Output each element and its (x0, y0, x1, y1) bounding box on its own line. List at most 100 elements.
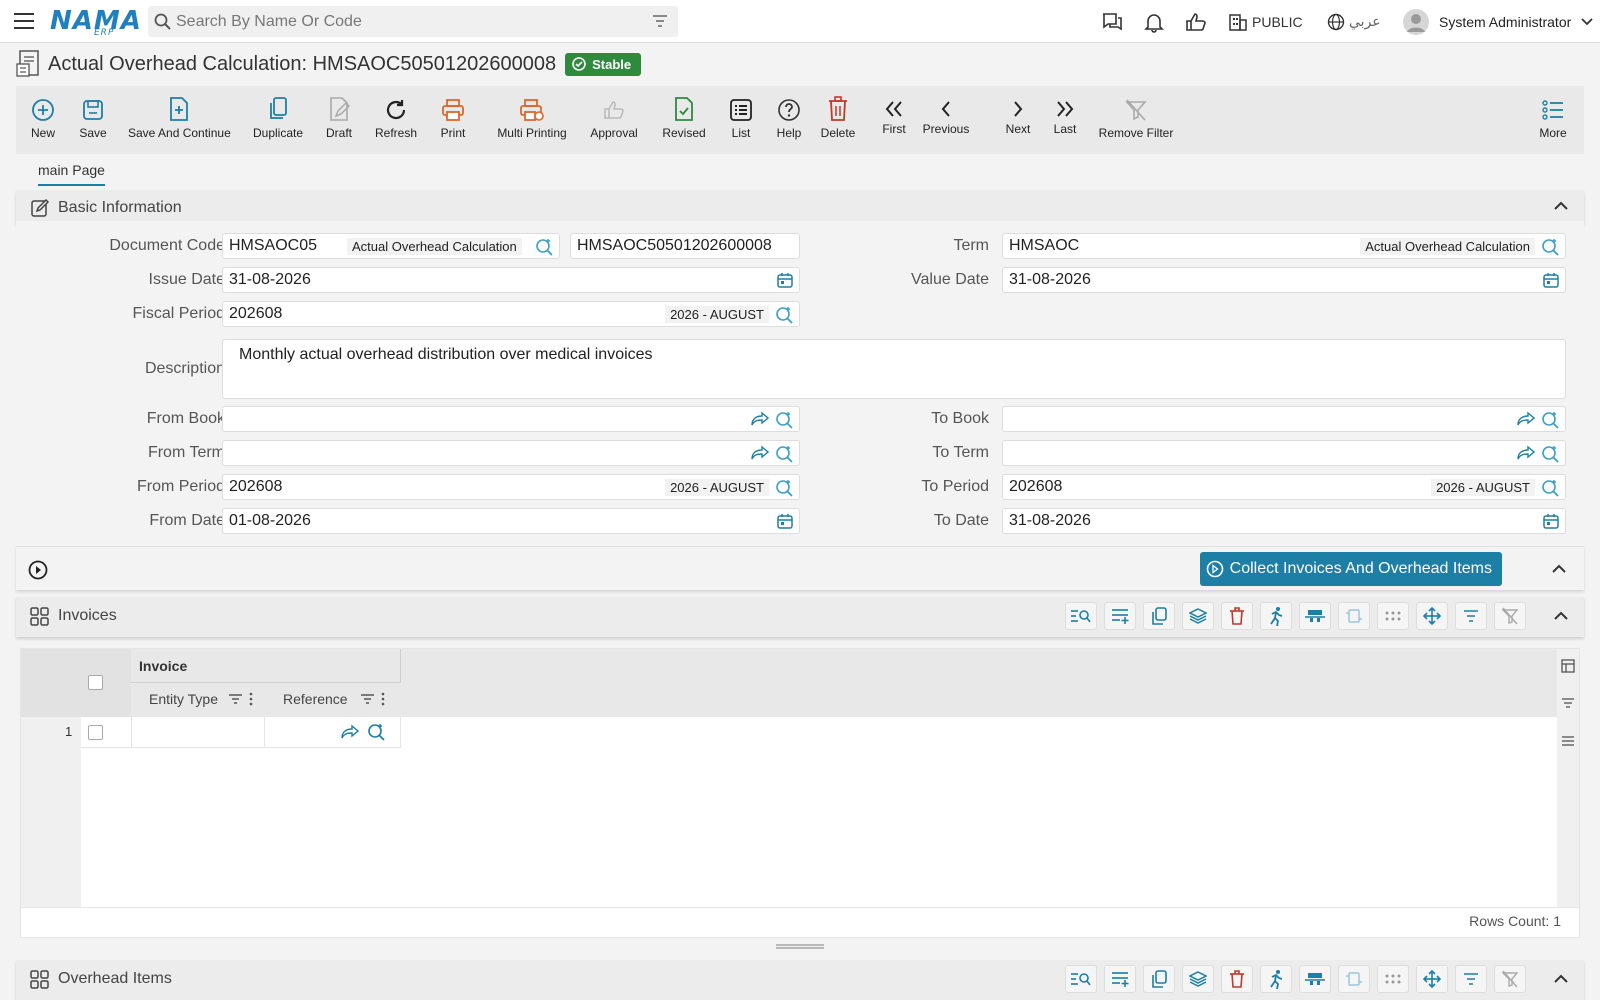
term-field[interactable]: HMSAOC Actual Overhead Calculation (1002, 233, 1566, 259)
grid-dots-button[interactable] (1377, 965, 1409, 993)
to-period-field[interactable]: 202608 2026 - AUGUST (1002, 474, 1566, 500)
duplicate-button[interactable]: Duplicate (252, 86, 304, 154)
from-book-field[interactable] (222, 406, 800, 432)
grid-move-button[interactable] (1416, 602, 1448, 630)
print-button[interactable]: Print (438, 86, 468, 154)
search-plus-icon[interactable] (1541, 479, 1559, 497)
filter-icon[interactable] (229, 693, 242, 705)
grid-add-row-button[interactable] (1104, 602, 1136, 630)
approval-button[interactable]: Approval (588, 86, 640, 154)
document-number-field[interactable]: HMSAOC50501202600008 (570, 233, 800, 259)
to-book-field[interactable] (1002, 406, 1566, 432)
table-row[interactable]: 1 (21, 717, 401, 748)
document-code-field[interactable]: HMSAOC05 Actual Overhead Calculation (222, 233, 560, 259)
share-icon[interactable] (1517, 411, 1535, 427)
tab-main-page[interactable]: main Page (38, 162, 105, 186)
grid-search-button[interactable] (1065, 965, 1097, 993)
draft-button[interactable]: Draft (322, 86, 356, 154)
remove-filter-button[interactable]: Remove Filter (1096, 86, 1176, 154)
menu-icon[interactable] (1561, 735, 1575, 747)
filter-icon[interactable] (1561, 697, 1575, 709)
save-button[interactable]: Save (78, 86, 108, 154)
save-and-continue-button[interactable]: Save And Continue (128, 86, 231, 154)
from-date-field[interactable]: 01-08-2026 (222, 508, 800, 534)
grid-merge-button[interactable] (1299, 602, 1331, 630)
overhead-items-header[interactable]: Overhead Items (16, 960, 1584, 1000)
grid-copy-button[interactable] (1143, 965, 1175, 993)
multi-printing-button[interactable]: Multi Printing (496, 86, 568, 154)
issue-date-field[interactable]: 31-08-2026 (222, 267, 800, 293)
help-button[interactable]: Help (774, 86, 804, 154)
grid-move-button[interactable] (1416, 965, 1448, 993)
search-plus-icon[interactable] (1541, 411, 1559, 429)
chevron-up-icon[interactable] (1554, 974, 1568, 983)
bell-icon[interactable] (1142, 0, 1166, 43)
resize-handle[interactable] (776, 944, 824, 950)
previous-button[interactable]: Previous (922, 86, 970, 154)
user-menu[interactable]: System Administrator (1403, 0, 1593, 43)
revised-button[interactable]: Revised (660, 86, 708, 154)
basic-information-header[interactable]: Basic Information (16, 190, 1584, 224)
to-term-field[interactable] (1002, 440, 1566, 466)
grid-remove-filter-button[interactable] (1494, 965, 1526, 993)
grid-run-button[interactable] (1260, 602, 1292, 630)
chevron-up-icon[interactable] (1552, 564, 1566, 573)
last-button[interactable]: Last (1050, 86, 1080, 154)
grid-add-row-button[interactable] (1104, 965, 1136, 993)
columns-icon[interactable] (1561, 659, 1575, 673)
grid-dots-button[interactable] (1377, 602, 1409, 630)
from-term-field[interactable] (222, 440, 800, 466)
grid-fit-button[interactable] (1338, 602, 1370, 630)
share-icon[interactable] (1517, 445, 1535, 461)
new-button[interactable]: New (28, 86, 58, 154)
filter-icon[interactable] (361, 693, 374, 705)
language-switch[interactable]: عربي (1327, 0, 1381, 43)
to-date-field[interactable]: 31-08-2026 (1002, 508, 1566, 534)
share-icon[interactable] (751, 445, 769, 461)
search-input[interactable] (176, 11, 636, 33)
chevron-up-icon[interactable] (1554, 611, 1568, 620)
value-date-field[interactable]: 31-08-2026 (1002, 267, 1566, 293)
search-plus-icon[interactable] (775, 306, 793, 324)
grid-filter-button[interactable] (1455, 602, 1487, 630)
thumbs-up-icon[interactable] (1184, 0, 1208, 43)
menu-icon[interactable] (14, 13, 34, 29)
grid-layers-button[interactable] (1182, 965, 1214, 993)
column-header-reference[interactable]: Reference (283, 691, 348, 707)
search-plus-icon[interactable] (1541, 445, 1559, 463)
from-period-field[interactable]: 202608 2026 - AUGUST (222, 474, 800, 500)
grid-search-button[interactable] (1065, 602, 1097, 630)
more-vertical-icon[interactable] (381, 692, 385, 706)
share-icon[interactable] (751, 411, 769, 427)
search-plus-icon[interactable] (367, 723, 385, 741)
more-button[interactable]: More (1538, 86, 1568, 154)
grid-merge-button[interactable] (1299, 965, 1331, 993)
share-icon[interactable] (341, 724, 359, 740)
logo[interactable]: NAMA ERP (50, 6, 142, 38)
entity-type-cell[interactable] (131, 717, 265, 748)
row-checkbox[interactable] (88, 725, 103, 740)
filter-icon[interactable] (652, 14, 668, 28)
chat-icon[interactable] (1100, 0, 1124, 43)
grid-copy-button[interactable] (1143, 602, 1175, 630)
column-header-entity-type[interactable]: Entity Type (149, 691, 218, 707)
grid-filter-button[interactable] (1455, 965, 1487, 993)
grid-layers-button[interactable] (1182, 602, 1214, 630)
more-vertical-icon[interactable] (249, 692, 253, 706)
fiscal-period-field[interactable]: 202608 2026 - AUGUST (222, 301, 800, 327)
search-plus-icon[interactable] (535, 238, 553, 256)
select-all-checkbox[interactable] (88, 675, 103, 690)
grid-delete-button[interactable] (1221, 965, 1253, 993)
search-plus-icon[interactable] (1541, 238, 1559, 256)
refresh-button[interactable]: Refresh (374, 86, 418, 154)
play-circle-icon[interactable] (28, 560, 48, 580)
grid-delete-button[interactable] (1221, 602, 1253, 630)
description-textarea[interactable]: Monthly actual overhead distribution ove… (222, 339, 1566, 399)
calendar-icon[interactable] (1543, 513, 1559, 529)
grid-run-button[interactable] (1260, 965, 1292, 993)
first-button[interactable]: First (880, 86, 908, 154)
delete-button[interactable]: Delete (820, 86, 856, 154)
invoices-header[interactable]: Invoices (16, 597, 1584, 637)
reference-cell[interactable] (265, 717, 401, 748)
grid-fit-button[interactable] (1338, 965, 1370, 993)
